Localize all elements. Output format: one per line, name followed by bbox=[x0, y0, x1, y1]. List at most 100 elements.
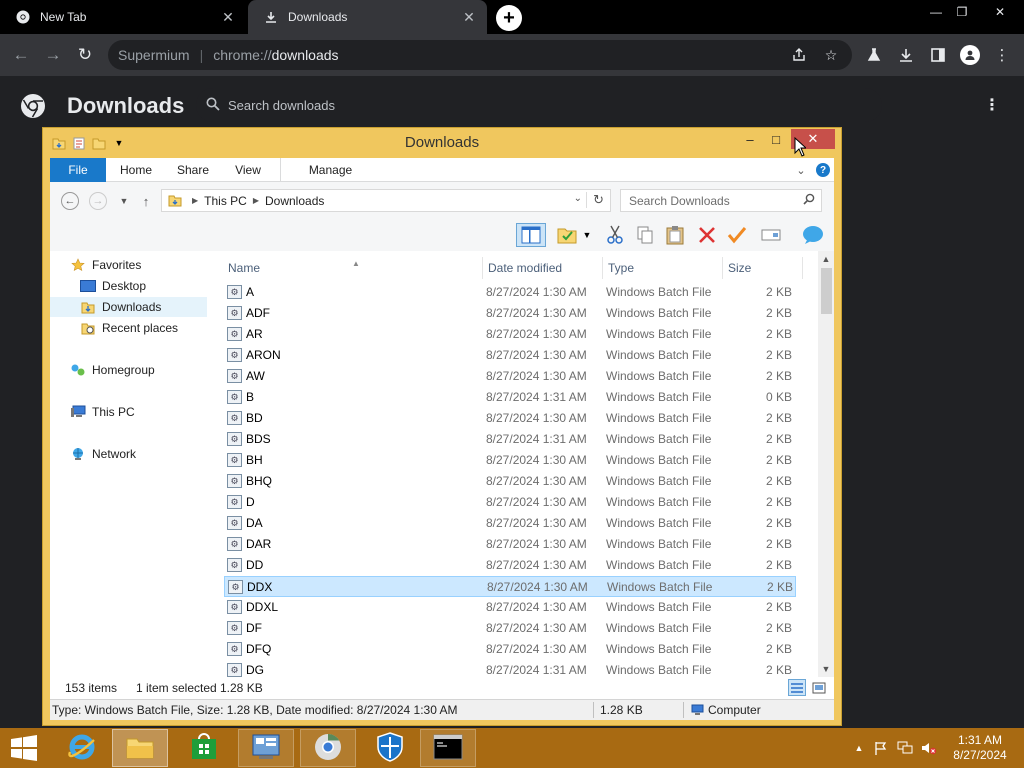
forward-button[interactable]: → bbox=[40, 42, 66, 68]
preview-pane-icon[interactable] bbox=[516, 223, 546, 247]
breadcrumb-this-pc[interactable]: This PC bbox=[204, 194, 247, 208]
rename-icon[interactable] bbox=[758, 223, 784, 247]
table-row[interactable]: ⚙ DG 8/27/2024 1:31 AM Windows Batch File 2 … bbox=[224, 660, 796, 677]
address-bar[interactable]: Supermium | chrome:// downloads ☆ bbox=[108, 40, 852, 70]
explorer-maximize-button[interactable]: □ bbox=[763, 129, 789, 149]
table-row[interactable]: ⚙ BHQ 8/27/2024 1:30 AM Windows Batch File 2… bbox=[224, 471, 796, 492]
back-button[interactable]: ← bbox=[8, 42, 34, 68]
table-row[interactable]: ⚙ DF 8/27/2024 1:30 AM Windows Batch File 2 … bbox=[224, 618, 796, 639]
speech-bubble-icon[interactable] bbox=[800, 223, 826, 247]
taskbar-control-panel[interactable] bbox=[238, 729, 294, 767]
address-dropdown-icon[interactable]: ⌄ bbox=[574, 193, 582, 204]
cut-icon[interactable] bbox=[602, 223, 628, 247]
details-view-icon[interactable] bbox=[788, 679, 806, 696]
column-divider[interactable] bbox=[602, 257, 603, 279]
properties-check-icon[interactable] bbox=[554, 223, 580, 247]
forward-arrow-icon[interactable]: → bbox=[89, 192, 107, 210]
tab-downloads[interactable]: Downloads ✕ bbox=[248, 0, 487, 34]
search-downloads-input[interactable]: Search downloads bbox=[196, 88, 882, 122]
downloads-menu-icon[interactable]: ⋮ bbox=[982, 95, 1002, 115]
show-hidden-icons-icon[interactable]: ▲ bbox=[850, 740, 868, 756]
recent-locations-icon[interactable]: ▼ bbox=[114, 192, 134, 210]
taskbar-file-explorer[interactable] bbox=[112, 729, 168, 767]
table-row[interactable]: ⚙ BD 8/27/2024 1:30 AM Windows Batch File 2 … bbox=[224, 408, 796, 429]
paste-icon[interactable] bbox=[662, 223, 688, 247]
taskbar-defender[interactable] bbox=[362, 729, 418, 767]
action-center-flag-icon[interactable] bbox=[872, 740, 890, 756]
table-row[interactable]: ⚙ DDX 8/27/2024 1:30 AM Windows Batch File 2… bbox=[224, 576, 796, 597]
scroll-up-icon[interactable]: ▲ bbox=[818, 251, 834, 267]
nav-recent-places[interactable]: Recent places bbox=[80, 318, 178, 338]
share-icon[interactable] bbox=[788, 46, 810, 64]
table-row[interactable]: ⚙ D 8/27/2024 1:30 AM Windows Batch File 2 K… bbox=[224, 492, 796, 513]
taskbar-chrome[interactable] bbox=[300, 729, 356, 767]
help-icon[interactable]: ? bbox=[816, 163, 830, 177]
browser-restore-button[interactable]: ❐ bbox=[944, 0, 980, 24]
nav-homegroup[interactable]: Homegroup bbox=[70, 360, 155, 380]
ribbon-tab-file[interactable]: File bbox=[50, 158, 106, 182]
new-tab-button[interactable]: + bbox=[496, 5, 522, 31]
start-button[interactable] bbox=[6, 734, 42, 762]
table-row[interactable]: ⚙ DD 8/27/2024 1:30 AM Windows Batch File 2 … bbox=[224, 555, 796, 576]
taskbar-store[interactable] bbox=[176, 729, 232, 767]
delete-icon[interactable] bbox=[694, 223, 720, 247]
breadcrumb-downloads[interactable]: Downloads bbox=[265, 194, 324, 208]
table-row[interactable]: ⚙ B 8/27/2024 1:31 AM Windows Batch File 0 K… bbox=[224, 387, 796, 408]
vertical-scrollbar[interactable]: ▲ ▼ bbox=[818, 251, 834, 677]
table-row[interactable]: ⚙ DAR 8/27/2024 1:30 AM Windows Batch File 2… bbox=[224, 534, 796, 555]
volume-muted-icon[interactable] bbox=[920, 740, 938, 756]
reload-button[interactable]: ↻ bbox=[72, 42, 98, 68]
explorer-title-bar[interactable]: ▼ Downloads – □ ✕ bbox=[43, 128, 841, 158]
explorer-address-bar[interactable]: ▶ This PC ▶ Downloads ⌄ ↻ bbox=[161, 189, 611, 212]
column-header-name[interactable]: Name ▲ bbox=[228, 259, 360, 277]
nav-network[interactable]: Network bbox=[70, 444, 136, 464]
properties-dropdown-icon[interactable]: ▼ bbox=[580, 223, 594, 247]
check-icon[interactable] bbox=[724, 223, 750, 247]
ribbon-tab-share[interactable]: Share bbox=[166, 158, 220, 182]
nav-favorites[interactable]: Favorites bbox=[70, 255, 141, 275]
taskbar-internet-explorer[interactable] bbox=[54, 729, 110, 767]
table-row[interactable]: ⚙ AR 8/27/2024 1:30 AM Windows Batch File 2 … bbox=[224, 324, 796, 345]
profile-icon[interactable] bbox=[960, 45, 980, 65]
download-icon[interactable] bbox=[894, 43, 918, 67]
nav-this-pc[interactable]: This PC bbox=[70, 402, 135, 422]
browser-close-button[interactable]: ✕ bbox=[982, 0, 1018, 24]
scroll-thumb[interactable] bbox=[821, 268, 832, 314]
table-row[interactable]: ⚙ A 8/27/2024 1:30 AM Windows Batch File 2 K… bbox=[224, 282, 796, 303]
nav-desktop[interactable]: Desktop bbox=[80, 276, 146, 296]
ribbon-tab-home[interactable]: Home bbox=[108, 158, 164, 182]
table-row[interactable]: ⚙ DFQ 8/27/2024 1:30 AM Windows Batch File 2… bbox=[224, 639, 796, 660]
ribbon-tab-manage[interactable]: Manage bbox=[280, 158, 380, 182]
table-row[interactable]: ⚙ ARON 8/27/2024 1:30 AM Windows Batch File… bbox=[224, 345, 796, 366]
column-header-size[interactable]: Size bbox=[728, 259, 751, 277]
tab-close-icon[interactable]: ✕ bbox=[459, 7, 479, 27]
column-divider[interactable] bbox=[482, 257, 483, 279]
back-arrow-icon[interactable]: ← bbox=[61, 192, 79, 210]
search-downloads-field[interactable]: Search Downloads bbox=[620, 189, 822, 212]
column-divider[interactable] bbox=[722, 257, 723, 279]
scroll-down-icon[interactable]: ▼ bbox=[818, 661, 834, 677]
table-row[interactable]: ⚙ AW 8/27/2024 1:30 AM Windows Batch File 2 … bbox=[224, 366, 796, 387]
nav-downloads[interactable]: Downloads bbox=[50, 297, 207, 317]
table-row[interactable]: ⚙ BH 8/27/2024 1:30 AM Windows Batch File 2 … bbox=[224, 450, 796, 471]
bookmark-star-icon[interactable]: ☆ bbox=[820, 46, 842, 64]
explorer-minimize-button[interactable]: – bbox=[737, 129, 763, 149]
refresh-icon[interactable]: ↻ bbox=[586, 192, 604, 208]
menu-icon[interactable]: ⋮ bbox=[990, 43, 1014, 67]
column-divider[interactable] bbox=[802, 257, 803, 279]
table-row[interactable]: ⚙ BDS 8/27/2024 1:31 AM Windows Batch File 2… bbox=[224, 429, 796, 450]
expand-ribbon-icon[interactable]: ⌄ bbox=[792, 161, 810, 179]
ribbon-tab-view[interactable]: View bbox=[222, 158, 274, 182]
table-row[interactable]: ⚙ DDXL 8/27/2024 1:30 AM Windows Batch File… bbox=[224, 597, 796, 618]
up-arrow-icon[interactable]: ↑ bbox=[136, 192, 156, 210]
column-header-date[interactable]: Date modified bbox=[488, 259, 562, 277]
network-tray-icon[interactable] bbox=[896, 740, 914, 756]
large-icons-view-icon[interactable] bbox=[810, 679, 828, 696]
side-panel-icon[interactable] bbox=[926, 43, 950, 67]
taskbar-command-prompt[interactable] bbox=[420, 729, 476, 767]
copy-icon[interactable] bbox=[632, 223, 658, 247]
system-clock[interactable]: 1:31 AM 8/27/2024 bbox=[944, 733, 1016, 763]
labs-icon[interactable] bbox=[862, 43, 886, 67]
column-header-type[interactable]: Type bbox=[608, 259, 634, 277]
table-row[interactable]: ⚙ DA 8/27/2024 1:30 AM Windows Batch File 2 … bbox=[224, 513, 796, 534]
